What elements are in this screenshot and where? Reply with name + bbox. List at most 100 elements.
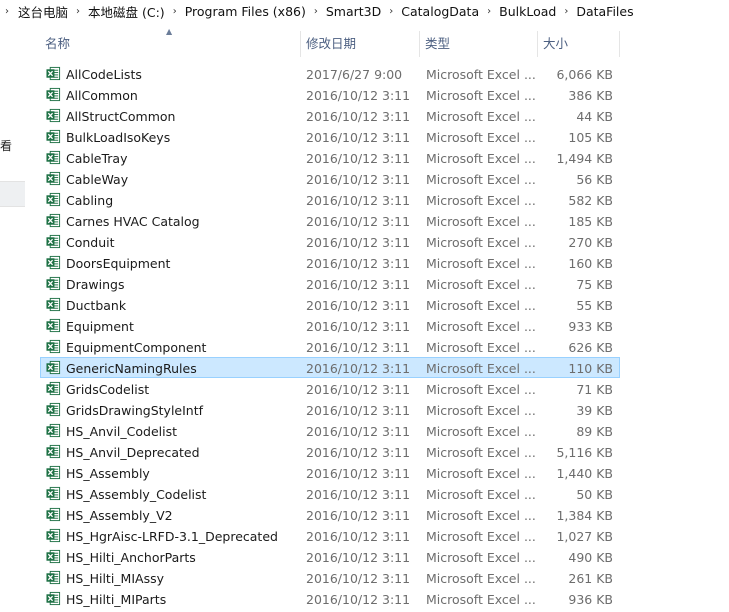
file-modified-date: 2016/10/12 3:11 (306, 151, 411, 166)
file-name: CableTray (66, 151, 128, 166)
file-modified-date: 2016/10/12 3:11 (306, 445, 411, 460)
file-row[interactable]: BulkLoadIsoKeys 2016/10/12 3:11 Microsoft … (40, 126, 620, 147)
file-row[interactable]: HS_Assembly_V2 2016/10/12 3:11 Microsoft E… (40, 504, 620, 525)
file-name: HS_Anvil_Deprecated (66, 445, 200, 460)
file-size: 1,027 KB (556, 529, 613, 544)
file-row[interactable]: CableTray 2016/10/12 3:11 Microsoft Excel … (40, 147, 620, 168)
excel-file-icon (46, 87, 61, 102)
file-type: Microsoft Excel ... (426, 508, 536, 523)
excel-file-icon (46, 150, 61, 165)
file-name: HS_Assembly_V2 (66, 508, 173, 523)
file-row[interactable]: HS_Assembly_Codelist 2016/10/12 3:11 Micro… (40, 483, 620, 504)
file-row[interactable]: AllStructCommon 2016/10/12 3:11 Microsoft … (40, 105, 620, 126)
file-size: 71 KB (576, 382, 613, 397)
file-name: DoorsEquipment (66, 256, 171, 271)
file-name: AllCodeLists (66, 67, 142, 82)
breadcrumb-item-catalogdata[interactable]: CatalogData (397, 4, 483, 19)
file-row[interactable]: Drawings 2016/10/12 3:11 Microsoft Excel .… (40, 273, 620, 294)
breadcrumb-item-local-disk[interactable]: 本地磁盘 (C:) (84, 2, 169, 21)
file-name: Equipment (66, 319, 134, 334)
file-modified-date: 2016/10/12 3:11 (306, 361, 411, 376)
file-name: Cabling (66, 193, 114, 208)
file-row[interactable]: Equipment 2016/10/12 3:11 Microsoft Excel … (40, 315, 620, 336)
navigation-pane-text[interactable]: 看 (0, 137, 12, 154)
file-row[interactable]: CableWay 2016/10/12 3:11 Microsoft Excel .… (40, 168, 620, 189)
file-size: 6,066 KB (556, 67, 613, 82)
file-size: 50 KB (576, 487, 613, 502)
file-type: Microsoft Excel ... (426, 466, 536, 481)
excel-file-icon (46, 591, 61, 606)
file-modified-date: 2016/10/12 3:11 (306, 298, 411, 313)
breadcrumb-separator-icon[interactable]: › (0, 6, 14, 17)
file-size: 270 KB (568, 235, 613, 250)
file-row[interactable]: HS_HgrAisc-LRFD-3.1_Deprecated 2016/10/12… (40, 525, 620, 546)
file-size: 160 KB (568, 256, 613, 271)
file-row[interactable]: Ductbank 2016/10/12 3:11 Microsoft Excel .… (40, 294, 620, 315)
file-modified-date: 2016/10/12 3:11 (306, 277, 411, 292)
breadcrumb-separator-icon[interactable]: › (72, 6, 84, 17)
file-size: 261 KB (568, 571, 613, 586)
file-modified-date: 2016/10/12 3:11 (306, 403, 411, 418)
breadcrumb-separator-icon[interactable]: › (310, 6, 322, 17)
breadcrumb-item-smart3d[interactable]: Smart3D (322, 4, 385, 19)
breadcrumb-item-datafiles[interactable]: DataFiles (572, 4, 637, 19)
file-name: HS_Hilti_AnchorParts (66, 550, 196, 565)
file-size: 386 KB (568, 88, 613, 103)
excel-file-icon (46, 192, 61, 207)
file-name: HS_Hilti_MIParts (66, 592, 167, 607)
file-name: BulkLoadIsoKeys (66, 130, 171, 145)
excel-file-icon (46, 255, 61, 270)
file-row[interactable]: AllCommon 2016/10/12 3:11 Microsoft Excel … (40, 84, 620, 105)
file-name: Drawings (66, 277, 125, 292)
file-type: Microsoft Excel ... (426, 172, 536, 187)
breadcrumb-item-bulkload[interactable]: BulkLoad (495, 4, 560, 19)
file-row[interactable]: HS_Anvil_Codelist 2016/10/12 3:11 Microsof… (40, 420, 620, 441)
breadcrumb-separator-icon[interactable]: › (385, 6, 397, 17)
column-header-size[interactable]: 大小 (538, 31, 620, 57)
excel-file-icon (46, 129, 61, 144)
file-row[interactable]: GridsCodelist 2016/10/12 3:11 Microsoft Ex… (40, 378, 620, 399)
file-type: Microsoft Excel ... (426, 571, 536, 586)
breadcrumb-separator-icon[interactable]: › (169, 6, 181, 17)
file-row[interactable]: Cabling 2016/10/12 3:11 Microsoft Excel ..… (40, 189, 620, 210)
file-row[interactable]: Conduit 2016/10/12 3:11 Microsoft Excel ..… (40, 231, 620, 252)
file-row[interactable]: HS_Hilti_MIParts 2016/10/12 3:11 Microsoft… (40, 588, 620, 609)
file-size: 89 KB (576, 424, 613, 439)
file-type: Microsoft Excel ... (426, 340, 536, 355)
file-row[interactable]: HS_Assembly 2016/10/12 3:11 Microsoft Exce… (40, 462, 620, 483)
column-header-date[interactable]: 修改日期 (301, 31, 420, 57)
file-modified-date: 2016/10/12 3:11 (306, 382, 411, 397)
file-type: Microsoft Excel ... (426, 529, 536, 544)
column-header-name[interactable]: 名称 (40, 31, 301, 57)
column-header-row: ▲ 名称 修改日期 类型 大小 (40, 27, 620, 57)
breadcrumb-item-this-pc[interactable]: 这台电脑 (14, 2, 72, 21)
file-modified-date: 2016/10/12 3:11 (306, 508, 411, 523)
file-row[interactable]: HS_Hilti_MIAssy 2016/10/12 3:11 Microsoft … (40, 567, 620, 588)
file-modified-date: 2016/10/12 3:11 (306, 550, 411, 565)
excel-file-icon (46, 66, 61, 81)
file-row[interactable]: AllCodeLists 2017/6/27 9:00 Microsoft Exce… (40, 63, 620, 84)
file-type: Microsoft Excel ... (426, 88, 536, 103)
file-type: Microsoft Excel ... (426, 382, 536, 397)
file-name: GridsDrawingStyleIntf (66, 403, 204, 418)
breadcrumb-separator-icon[interactable]: › (483, 6, 495, 17)
file-size: 1,494 KB (556, 151, 613, 166)
file-row[interactable]: GenericNamingRules 2016/10/12 3:11 Microso… (40, 357, 620, 378)
breadcrumb-item-program-files[interactable]: Program Files (x86) (181, 4, 310, 19)
file-modified-date: 2017/6/27 9:00 (306, 67, 403, 82)
file-row[interactable]: GridsDrawingStyleIntf 2016/10/12 3:11 Micr… (40, 399, 620, 420)
file-row[interactable]: EquipmentComponent 2016/10/12 3:11 Microso… (40, 336, 620, 357)
excel-file-icon (46, 339, 61, 354)
breadcrumb-separator-icon[interactable]: › (560, 6, 572, 17)
file-row[interactable]: HS_Anvil_Deprecated 2016/10/12 3:11 Micros… (40, 441, 620, 462)
navigation-pane-selected-item[interactable] (0, 181, 25, 207)
file-row[interactable]: HS_Hilti_AnchorParts 2016/10/12 3:11 Micro… (40, 546, 620, 567)
excel-file-icon (46, 381, 61, 396)
file-row[interactable]: DoorsEquipment 2016/10/12 3:11 Microsoft E… (40, 252, 620, 273)
file-modified-date: 2016/10/12 3:11 (306, 466, 411, 481)
file-type: Microsoft Excel ... (426, 487, 536, 502)
file-row[interactable]: Carnes HVAC Catalog 2016/10/12 3:11 Micros… (40, 210, 620, 231)
excel-file-icon (46, 444, 61, 459)
file-type: Microsoft Excel ... (426, 67, 536, 82)
column-header-type[interactable]: 类型 (420, 31, 538, 57)
